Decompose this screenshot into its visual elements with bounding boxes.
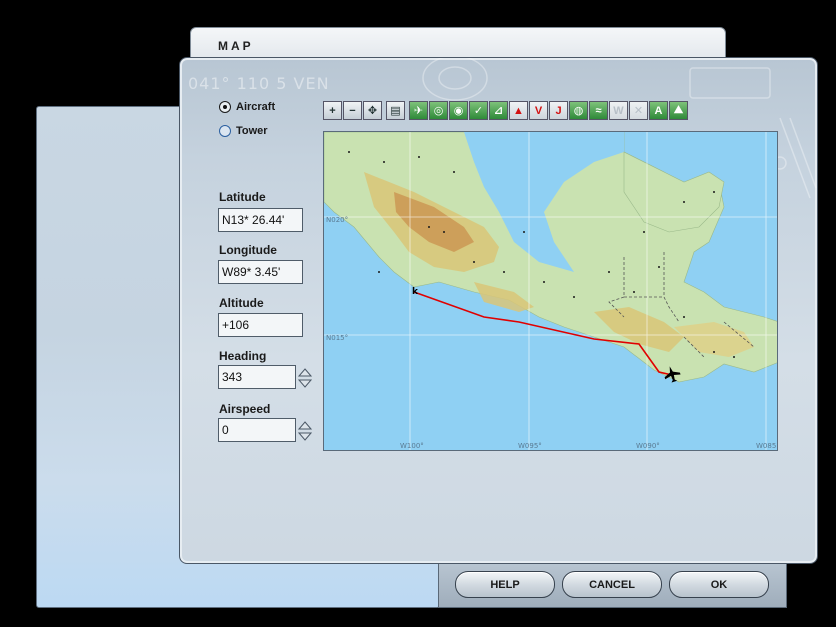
radio-tower-label: Tower: [236, 125, 268, 137]
lat-label: N015°: [326, 334, 348, 342]
airspeed-field[interactable]: 0: [218, 418, 296, 442]
weather-icon: W: [609, 101, 628, 120]
lon-label: W085: [756, 442, 776, 450]
latitude-label: Latitude: [219, 190, 266, 204]
ok-button[interactable]: OK: [669, 571, 769, 598]
cancel-button[interactable]: CANCEL: [562, 571, 662, 598]
ils-icon[interactable]: ✓: [469, 101, 488, 120]
vor-icon[interactable]: ◎: [429, 101, 448, 120]
airspeed-down-icon: [298, 432, 312, 441]
ndb-icon[interactable]: ◉: [449, 101, 468, 120]
page-icon[interactable]: ▤: [386, 101, 405, 120]
heading-field[interactable]: 343: [218, 365, 296, 389]
altitude-label: Altitude: [219, 296, 264, 310]
heading-label: Heading: [219, 349, 267, 363]
radio-aircraft-label: Aircraft: [236, 101, 276, 113]
heading-up-icon: [298, 368, 312, 377]
heading-down-icon: [298, 379, 312, 388]
radio-unselected-icon: [219, 125, 231, 137]
text-labels-icon[interactable]: A: [649, 101, 668, 120]
gps-icon[interactable]: ◍: [569, 101, 588, 120]
map-canvas: k N020° N015° W100° W095° W090° W085: [324, 132, 777, 450]
help-button[interactable]: HELP: [455, 571, 555, 598]
airway-icon[interactable]: ⊿: [489, 101, 508, 120]
terrain-icon[interactable]: ⛰: [669, 101, 688, 120]
radio-aircraft[interactable]: Aircraft: [219, 101, 275, 113]
heading-stepper[interactable]: [298, 367, 312, 389]
airspeed-stepper[interactable]: [298, 420, 312, 442]
longitude-field[interactable]: W89* 3.45': [218, 260, 303, 284]
wind-icon: ✕: [629, 101, 648, 120]
lon-label: W095°: [518, 442, 542, 450]
victor-airway-icon[interactable]: V: [529, 101, 548, 120]
window-title: MAP: [218, 39, 254, 53]
altitude-field[interactable]: +106: [218, 313, 303, 337]
radio-selected-icon: [219, 101, 231, 113]
map-toolbar: + − ✥ ▤ ✈ ◎ ◉ ✓ ⊿ ▲ V J ◍ ≈ W ✕ A ⛰: [323, 101, 689, 121]
triangle-marker-icon[interactable]: ▲: [509, 101, 528, 120]
radio-tower[interactable]: Tower: [219, 125, 268, 137]
longitude-label: Longitude: [219, 243, 277, 257]
lon-label: W100°: [400, 442, 424, 450]
lon-label: W090°: [636, 442, 660, 450]
jet-airway-icon[interactable]: J: [549, 101, 568, 120]
route-icon[interactable]: ≈: [589, 101, 608, 120]
map-view[interactable]: k N020° N015° W100° W095° W090° W085: [323, 131, 778, 451]
start-marker-icon: k: [412, 287, 419, 297]
airspeed-label: Airspeed: [219, 402, 271, 416]
zoom-out-icon[interactable]: −: [343, 101, 362, 120]
airport-icon[interactable]: ✈: [409, 101, 428, 120]
latitude-field[interactable]: N13* 26.44': [218, 208, 303, 232]
center-aircraft-icon[interactable]: ✥: [363, 101, 382, 120]
airspeed-up-icon: [298, 421, 312, 430]
zoom-in-icon[interactable]: +: [323, 101, 342, 120]
lat-label: N020°: [326, 216, 348, 224]
